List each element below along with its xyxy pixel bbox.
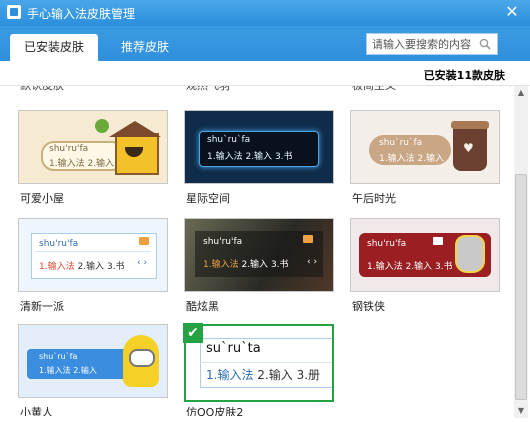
skin-label-cut: 观然飞羽 <box>186 86 230 94</box>
page-arrows-icon: ‹ › <box>137 258 148 268</box>
app-icon <box>7 5 21 19</box>
preview-candidates: 1.输入法 2.输入 <box>49 156 114 169</box>
candidate: 1.输入法 <box>207 152 243 162</box>
preview-candidates: 1.输入法 2.输入 3.书 <box>367 259 453 272</box>
skin-card-qq-2[interactable]: su`ru`ta 1.输入法 2.输入 3.册 <box>184 324 334 402</box>
preview-candidates: 1.输入法 2.输入 <box>379 151 444 164</box>
preview-candidates: 1.输入法 2.输入 3.书 <box>207 149 293 162</box>
skin-card-cool-black[interactable]: shu'ru'fa 1.输入法 2.输入 3.书 ‹ › <box>184 218 334 292</box>
title-bar: 手心输入法皮肤管理 ✕ <box>0 0 530 26</box>
preview-pinyin: shu'ru'fa <box>39 239 79 249</box>
scroll-up-button[interactable]: ▲ <box>514 86 528 100</box>
preview-pinyin: shu'ru'fa <box>49 144 89 154</box>
candidate: 1.输入法 <box>206 368 254 382</box>
skin-name: 仿QQ皮肤2 <box>186 406 244 416</box>
scrollbar[interactable]: ▲ ▼ <box>514 86 528 418</box>
skin-label-cut: 默认皮肤 <box>20 86 64 94</box>
skin-name: 小黄人 <box>20 406 53 416</box>
divider <box>200 362 332 363</box>
divider <box>35 251 151 252</box>
skin-name: 清新一派 <box>20 300 64 313</box>
scroll-thumb[interactable] <box>515 174 527 400</box>
skin-name: 午后时光 <box>352 192 396 205</box>
candidate: 1.输入法 <box>49 159 85 169</box>
minion-goggles-icon <box>129 349 155 367</box>
preview-pinyin: shu`ru`fa <box>39 352 78 361</box>
iron-mask-icon <box>455 235 485 273</box>
tab-bar: 已安装皮肤 推荐皮肤 <box>0 26 530 61</box>
search-box[interactable] <box>366 33 498 55</box>
preview-pinyin: shu`ru`fa <box>379 138 423 148</box>
skin-card-fresh[interactable]: shu'ru'fa 1.输入法 2.输入 3.书 ‹ › <box>18 218 168 292</box>
keyboard-icon <box>139 237 149 245</box>
preview-candidates: 1.输入法 2.输入 3.书 <box>203 257 289 270</box>
scroll-down-button[interactable]: ▼ <box>514 404 528 418</box>
leaf-icon <box>95 119 109 133</box>
coffee-lid-icon <box>451 121 489 129</box>
candidate: 2.输入 <box>405 262 433 272</box>
search-icon[interactable] <box>479 38 491 50</box>
heart-icon: ♥ <box>463 141 474 155</box>
preview-candidates: 1.输入法 2.输入 3.册 <box>206 366 320 383</box>
candidate: 2.输入 <box>77 262 105 272</box>
candidate: 1.输入法 <box>39 366 71 375</box>
preview-candidates: 1.输入法 2.输入 3.书 <box>39 259 125 272</box>
candidate: 2.输入 <box>73 366 97 375</box>
candidate: 3.书 <box>106 262 125 272</box>
skin-card-afternoon[interactable]: shu`ru`fa 1.输入法 2.输入 ♥ <box>350 110 500 184</box>
skin-name: 酷炫黑 <box>186 300 219 313</box>
installed-count: 已安装11款皮肤 <box>423 69 505 82</box>
roof-shape <box>109 121 161 137</box>
candidate: 2.输入 <box>257 368 293 382</box>
close-button[interactable]: ✕ <box>502 2 522 22</box>
skin-name: 星际空间 <box>186 192 230 205</box>
keyboard-icon <box>433 237 443 245</box>
candidate: 2.输入 <box>241 260 269 270</box>
keyboard-icon <box>303 235 313 243</box>
skin-manager-window: 手心输入法皮肤管理 ✕ 已安装皮肤 推荐皮肤 已安装11款皮肤 默认皮肤 观然飞… <box>0 0 530 422</box>
search-input[interactable] <box>367 34 476 54</box>
candidate: 3.书 <box>270 260 289 270</box>
preview-candidates: 1.输入法 2.输入 <box>39 365 97 376</box>
tab-recommended-skins[interactable]: 推荐皮肤 <box>110 34 180 61</box>
skin-card-star-space[interactable]: shu`ru`fa 1.输入法 2.输入 3.书 <box>184 110 334 184</box>
candidate: 3.书 <box>434 262 453 272</box>
candidate: 3.册 <box>296 368 321 382</box>
candidate: 1.输入法 <box>367 262 403 272</box>
candidate: 2.输入 <box>417 154 445 164</box>
preview-pinyin: su`ru`ta <box>206 341 261 356</box>
skin-card-iron-man[interactable]: shu'ru'fa 1.输入法 2.输入 3.书 <box>350 218 500 292</box>
skin-card-minion[interactable]: shu`ru`fa 1.输入法 2.输入 <box>18 324 168 398</box>
candidate: 1.输入法 <box>203 260 239 270</box>
candidate: 2.输入 <box>245 152 273 162</box>
skin-name: 可爱小屋 <box>20 192 64 205</box>
skin-name: 钢铁侠 <box>352 300 385 313</box>
skin-grid: 默认皮肤 观然飞羽 极简主义 shu'ru'fa 1.输入法 2.输入 可爱小屋… <box>0 86 512 416</box>
candidate: 1.输入法 <box>39 262 75 272</box>
skin-card-cute-house[interactable]: shu'ru'fa 1.输入法 2.输入 <box>18 110 168 184</box>
window-title: 手心输入法皮肤管理 <box>27 7 136 21</box>
candidate: 1.输入法 <box>379 154 415 164</box>
preview-pinyin: shu'ru'fa <box>367 239 407 249</box>
skin-label-cut: 极简主义 <box>352 86 396 94</box>
page-arrows-icon: ‹ › <box>307 257 318 267</box>
candidate: 2.输入 <box>87 159 115 169</box>
checkmark-icon: ✔ <box>183 323 203 343</box>
preview-pinyin: shu'ru'fa <box>203 237 243 247</box>
preview-pinyin: shu`ru`fa <box>207 135 251 145</box>
candidate: 3.书 <box>274 152 293 162</box>
tab-installed-skins[interactable]: 已安装皮肤 <box>10 34 98 61</box>
sub-header: 已安装11款皮肤 <box>0 61 530 86</box>
